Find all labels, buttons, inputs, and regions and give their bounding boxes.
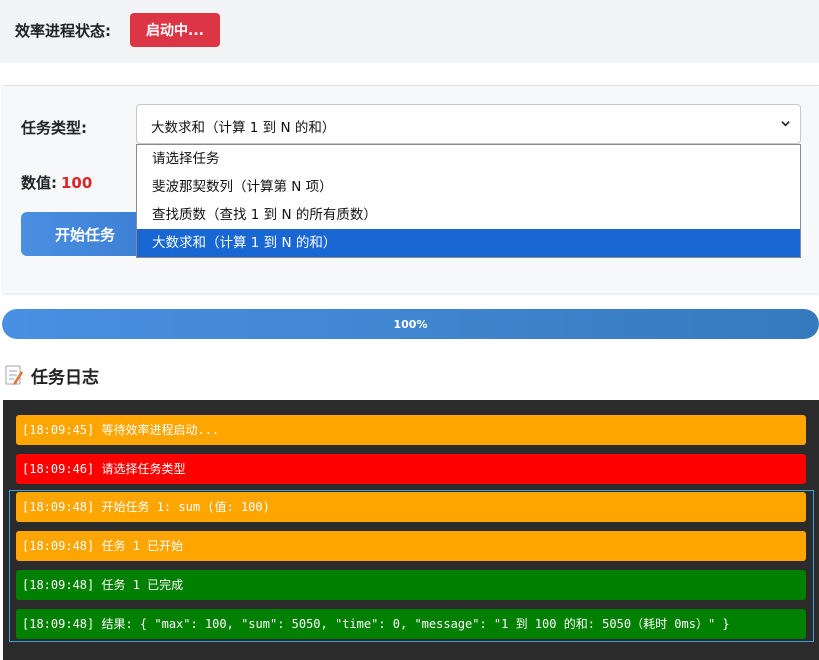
log-title: 任务日志 [31, 367, 99, 388]
log-console[interactable]: [18:09:45] 等待效率进程启动... [18:09:46] 请选择任务类… [3, 400, 819, 660]
log-entry: [18:09:48] 任务 1 已完成 [16, 570, 806, 600]
dropdown-option[interactable]: 查找质数（查找 1 到 N 的所有质数） [137, 201, 800, 229]
log-header: 任务日志 [5, 362, 99, 388]
progress-text: 100% [393, 317, 428, 331]
log-entry: [18:09:48] 结果: { "max": 100, "sum": 5050… [16, 609, 806, 639]
log-entry: [18:09:48] 任务 1 已开始 [16, 531, 806, 561]
status-label: 效率进程状态: [15, 22, 111, 40]
progress-bar: 100% [2, 309, 819, 339]
progress-fill: 100% [2, 309, 819, 339]
dropdown-option[interactable]: 斐波那契数列（计算第 N 项） [137, 173, 800, 201]
log-entry: [18:09:45] 等待效率进程启动... [16, 415, 806, 445]
task-type-selected-value: 大数求和（计算 1 到 N 的和） [151, 120, 336, 136]
task-type-select[interactable]: 大数求和（计算 1 到 N 的和） [136, 104, 801, 144]
chevron-down-icon [781, 121, 790, 127]
log-entry: [18:09:48] 开始任务 1: sum (值: 100) [16, 492, 806, 522]
value-label: 数值: [21, 174, 57, 192]
dropdown-option-selected[interactable]: 大数求和（计算 1 到 N 的和） [137, 229, 800, 257]
memo-icon [5, 365, 23, 385]
start-task-button[interactable]: 开始任务 [21, 212, 149, 256]
task-type-dropdown: 请选择任务 斐波那契数列（计算第 N 项） 查找质数（查找 1 到 N 的所有质… [136, 144, 801, 258]
task-type-label: 任务类型: [21, 119, 87, 137]
value-row: 数值: 100 [21, 172, 92, 193]
value-number: 100 [61, 174, 93, 192]
status-badge: 启动中... [130, 13, 220, 47]
dropdown-option[interactable]: 请选择任务 [137, 145, 800, 173]
log-entry: [18:09:46] 请选择任务类型 [16, 454, 806, 484]
status-bar: 效率进程状态: 启动中... [0, 0, 819, 63]
